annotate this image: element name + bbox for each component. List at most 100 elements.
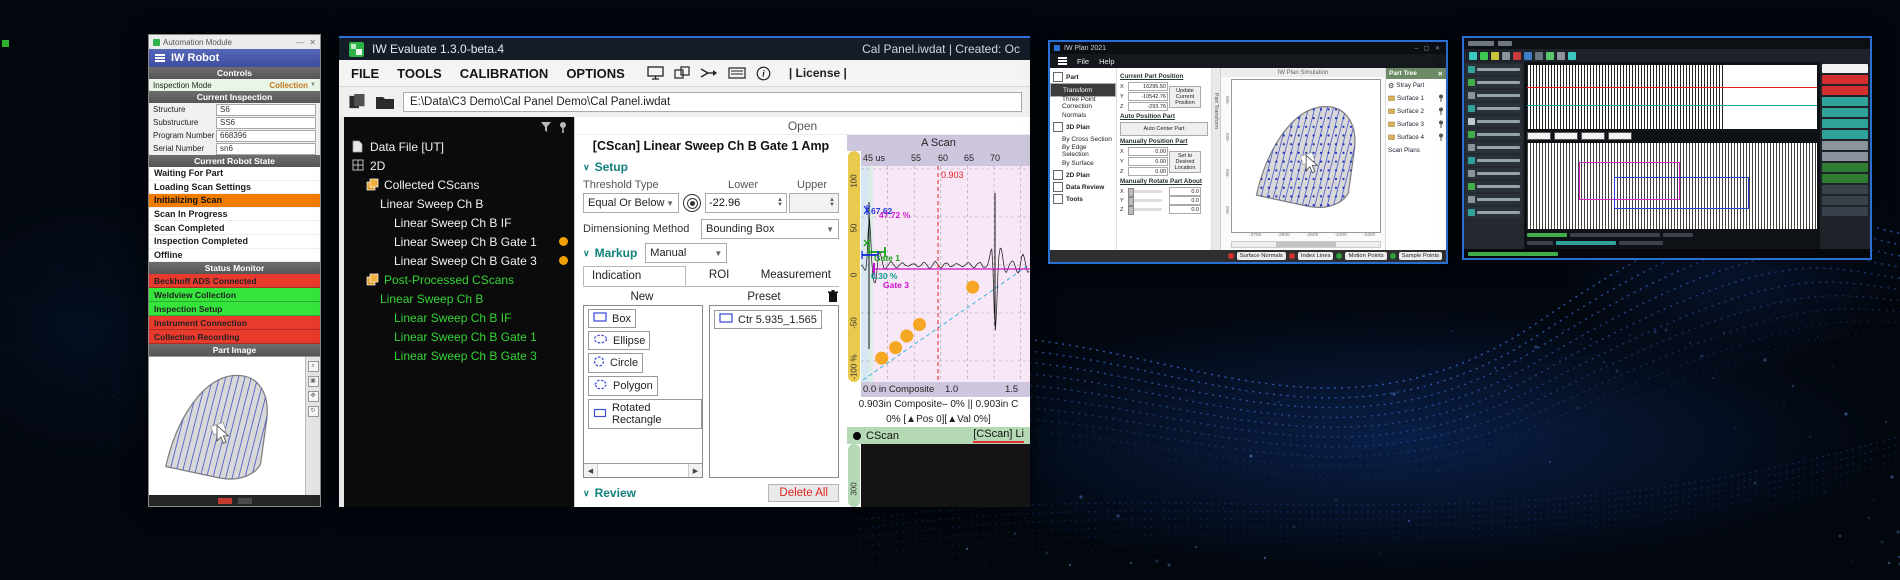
- instrument-button[interactable]: [1822, 141, 1868, 150]
- sidebar-row[interactable]: [1466, 129, 1522, 140]
- tree-item[interactable]: Linear Sweep Ch B: [344, 194, 574, 213]
- filter-icon[interactable]: [540, 121, 552, 133]
- shape-tool-polygon[interactable]: Polygon: [588, 376, 658, 396]
- toolbar-button[interactable]: [1524, 52, 1532, 60]
- plan-nav-normals[interactable]: Normals: [1050, 109, 1116, 121]
- simulation-canvas[interactable]: -800-850-900-950: [1231, 79, 1381, 233]
- plan-nav-part[interactable]: Part: [1050, 71, 1116, 83]
- plan-nav-by-edge-selection[interactable]: By Edge Selection: [1050, 145, 1116, 157]
- cscan-image[interactable]: [861, 444, 1030, 507]
- instrument-button[interactable]: [1822, 152, 1868, 161]
- new-subtab[interactable]: New: [583, 291, 701, 303]
- pan-icon[interactable]: ✥: [308, 391, 319, 402]
- instrument-button[interactable]: [1822, 163, 1868, 172]
- axis-value-input[interactable]: -10542.76: [1128, 92, 1168, 101]
- toolbar-button[interactable]: [1513, 52, 1521, 60]
- pin-icon[interactable]: [1438, 120, 1444, 130]
- merge-arrow-icon[interactable]: [700, 67, 718, 79]
- status-toggle-pill[interactable]: Sample Points: [1399, 252, 1442, 260]
- automation-titlebar[interactable]: Automation Module —✕: [149, 35, 320, 49]
- axis-value-input[interactable]: -293.76: [1128, 102, 1168, 111]
- tree-item[interactable]: Linear Sweep Ch B Gate 1: [344, 232, 574, 251]
- stop-indicator[interactable]: [238, 498, 252, 504]
- instrument-button[interactable]: [1822, 86, 1868, 95]
- threshold-type-select[interactable]: Equal Or Below▼: [583, 193, 679, 213]
- tree-item[interactable]: Post-Processed CScans: [344, 270, 574, 289]
- instrument-button[interactable]: [1822, 207, 1868, 216]
- fit-icon[interactable]: ▣: [308, 376, 319, 387]
- sidebar-row[interactable]: [1466, 207, 1522, 218]
- toolbar-button[interactable]: [1535, 52, 1543, 60]
- horizontal-scrollbar[interactable]: [1231, 241, 1381, 248]
- instrument-button[interactable]: [1822, 108, 1868, 117]
- info-icon[interactable]: i: [756, 66, 771, 81]
- instrument-button[interactable]: [1822, 75, 1868, 84]
- preset-roi-item[interactable]: Ctr 5.935_1.565: [714, 310, 822, 329]
- hamburger-menu-icon[interactable]: [155, 53, 165, 64]
- tree-item[interactable]: Linear Sweep Ch B Gate 1: [344, 327, 574, 346]
- plan-nav-2d-plan[interactable]: 2D Plan: [1050, 169, 1116, 181]
- minimize-icon[interactable]: —: [296, 38, 304, 47]
- tree-item[interactable]: Data File [UT]: [344, 137, 574, 156]
- instrument-button[interactable]: [1822, 196, 1868, 205]
- collapsed-panel-tab[interactable]: Part Transform: [1212, 68, 1221, 250]
- zoom-icon[interactable]: ⌕: [308, 361, 319, 372]
- close-icon[interactable]: ✕: [1438, 70, 1443, 78]
- plan-nav-3d-plan[interactable]: 3D Plan: [1050, 121, 1116, 133]
- tab-roi[interactable]: ROI: [686, 266, 753, 286]
- scroll-left-icon[interactable]: ◀: [584, 467, 597, 475]
- rotate-value-input[interactable]: 0.0: [1169, 205, 1201, 214]
- auto-center-button[interactable]: Auto Center Part: [1120, 122, 1208, 136]
- part-tree-item[interactable]: Scan Plans: [1386, 144, 1446, 157]
- status-indicator-dot[interactable]: [1228, 253, 1234, 259]
- shape-tool-rotated-rectangle[interactable]: Rotated Rectangle: [588, 399, 702, 429]
- plan-nav-by-surface[interactable]: By Surface: [1050, 157, 1116, 169]
- threshold-target-icon[interactable]: [683, 194, 701, 212]
- shape-tool-circle[interactable]: Circle: [588, 353, 643, 373]
- setup-section-toggle[interactable]: ∨Setup: [583, 160, 839, 174]
- sidebar-row[interactable]: [1466, 90, 1522, 101]
- open-section-header[interactable]: Open: [575, 117, 1030, 135]
- rotate-value-input[interactable]: 0.0: [1169, 196, 1201, 205]
- tree-item[interactable]: Linear Sweep Ch B IF: [344, 213, 574, 232]
- instrument-button[interactable]: [1822, 130, 1868, 139]
- instrument-button[interactable]: [1822, 97, 1868, 106]
- menu-calibration[interactable]: CALIBRATION: [460, 66, 549, 81]
- form-button[interactable]: Set to Desired Location: [1169, 151, 1201, 173]
- field-value-input[interactable]: S6: [216, 104, 316, 116]
- part-tree-item[interactable]: Surface 3: [1386, 118, 1446, 131]
- instrument-button[interactable]: [1822, 119, 1868, 128]
- toolbar-button[interactable]: [1491, 52, 1499, 60]
- tab-measurement[interactable]: Measurement: [753, 266, 839, 286]
- plan-menu-help[interactable]: Help: [1099, 57, 1114, 66]
- toolbar-button[interactable]: [1557, 52, 1565, 60]
- plugin-icon[interactable]: [674, 66, 690, 80]
- cscan-tab-label[interactable]: CScan: [866, 430, 899, 442]
- toolbar-button[interactable]: [1546, 52, 1554, 60]
- tree-item[interactable]: 2D: [344, 156, 574, 175]
- menu-file[interactable]: FILE: [351, 66, 379, 81]
- status-toggle-pill[interactable]: Surface Normals: [1237, 252, 1286, 260]
- license-link[interactable]: | License |: [789, 66, 847, 80]
- pin-icon[interactable]: [1438, 107, 1444, 117]
- tree-item[interactable]: Linear Sweep Ch B Gate 3: [344, 251, 574, 270]
- inspection-mode-row[interactable]: Inspection Mode Collection ▼: [149, 79, 320, 91]
- markup-section-toggle[interactable]: ∨Markup: [583, 246, 637, 260]
- axis-value-input[interactable]: 0.00: [1128, 157, 1168, 166]
- toolbar-button[interactable]: [1469, 52, 1477, 60]
- pin-icon[interactable]: [1438, 94, 1444, 104]
- rotate-slider[interactable]: [1128, 190, 1162, 193]
- part-tree-item[interactable]: Surface 2: [1386, 105, 1446, 118]
- rotate-slider[interactable]: [1128, 208, 1162, 211]
- plan-nav-data-review[interactable]: Data Review: [1050, 181, 1116, 193]
- tree-item[interactable]: Linear Sweep Ch B IF: [344, 308, 574, 327]
- trash-icon[interactable]: [827, 290, 839, 303]
- sidebar-row[interactable]: [1466, 103, 1522, 114]
- menu-options[interactable]: OPTIONS: [566, 66, 625, 81]
- sidebar-row[interactable]: [1466, 181, 1522, 192]
- part-tree-item[interactable]: Surface 1: [1386, 92, 1446, 105]
- plan-menu-file[interactable]: File: [1077, 57, 1089, 66]
- part-tree-item[interactable]: ⚙Stray Part: [1386, 79, 1446, 92]
- status-indicator-dot[interactable]: [1390, 253, 1396, 259]
- field-value-input[interactable]: SS6: [216, 117, 316, 129]
